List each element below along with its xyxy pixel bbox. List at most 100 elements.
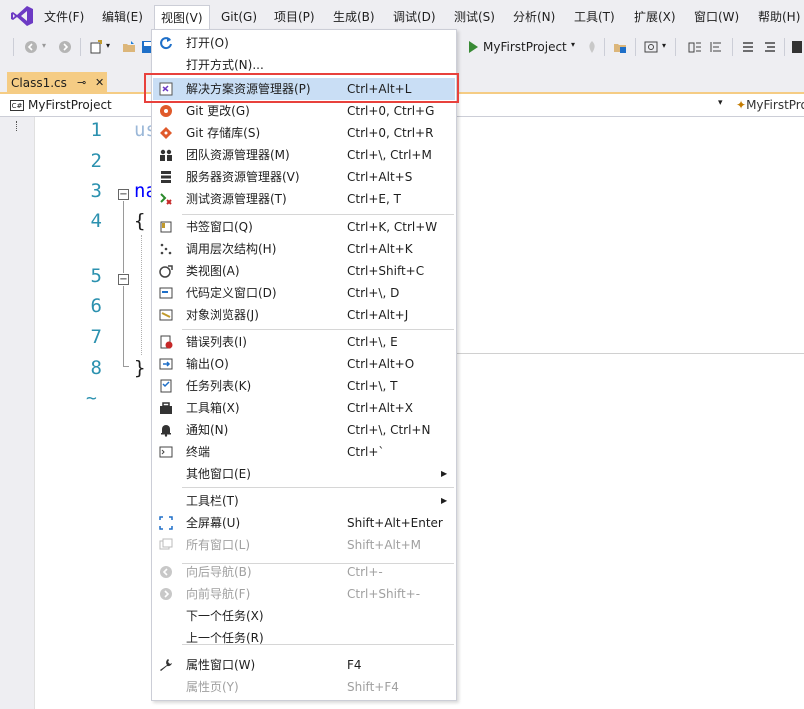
wrench-icon — [160, 659, 172, 671]
browser-link-icon[interactable] — [644, 40, 658, 54]
menu-item-task-list[interactable]: 任务列表(K) Ctrl+\, T — [153, 375, 455, 397]
menu-item-label: Git 更改(G) — [186, 104, 250, 118]
menu-item-output[interactable]: 输出(O) Ctrl+Alt+O — [153, 353, 455, 375]
menu-test[interactable]: 测试(S) — [454, 6, 495, 28]
menu-item-label: 类视图(A) — [186, 264, 240, 278]
new-item-icon[interactable] — [89, 40, 103, 54]
menu-item-shortcut: Shift+F4 — [347, 680, 399, 694]
menu-item-property-pages[interactable]: 属性页(Y) Shift+F4 — [153, 676, 455, 698]
menu-item-git-repository[interactable]: Git 存储库(S) Ctrl+0, Ctrl+R — [153, 122, 455, 144]
menu-item-open[interactable]: 打开(O) — [153, 32, 455, 54]
collapse-toggle-icon[interactable]: − — [118, 189, 129, 200]
collapse-toggle-icon[interactable]: − — [118, 274, 129, 285]
menu-item-call-hierarchy[interactable]: 调用层次结构(H) Ctrl+Alt+K — [153, 238, 455, 260]
menu-item-label: 向前导航(F) — [186, 587, 251, 601]
menu-item-label: Git 存储库(S) — [186, 126, 261, 140]
caret-marker — [16, 121, 20, 131]
menu-item-shortcut: Ctrl+0, Ctrl+R — [347, 126, 434, 140]
menu-item-full-screen[interactable]: 全屏幕(U) Shift+Alt+Enter — [153, 512, 455, 534]
menu-item-label: 对象浏览器(J) — [186, 308, 259, 322]
menu-item-error-list[interactable]: 错误列表(I) Ctrl+\, E — [153, 331, 455, 353]
menu-item-all-windows[interactable]: 所有窗口(L) Shift+Alt+M — [153, 534, 455, 556]
menu-item-other-windows[interactable]: 其他窗口(E) ▶ — [153, 463, 455, 485]
back-dropdown-icon[interactable]: ▾ — [42, 41, 46, 50]
pin-icon[interactable]: ⊸ — [77, 72, 86, 94]
menu-extensions[interactable]: 扩展(X) — [634, 6, 676, 28]
menu-item-label: 测试资源管理器(T) — [186, 192, 287, 206]
current-line-indicator — [455, 353, 804, 354]
menu-item-object-browser[interactable]: 对象浏览器(J) Ctrl+Alt+J — [153, 304, 455, 326]
menu-item-shortcut: Shift+Alt+Enter — [347, 516, 443, 530]
menu-item-previous-task[interactable]: 上一个任务(R) — [153, 627, 455, 649]
back-circle-icon[interactable] — [24, 40, 38, 54]
menu-debug[interactable]: 调试(D) — [393, 6, 436, 28]
run-icon[interactable] — [466, 40, 480, 54]
menu-item-git-changes[interactable]: Git 更改(G) Ctrl+0, Ctrl+G — [153, 100, 455, 122]
project-selector[interactable]: C# MyFirstProject — [10, 97, 112, 113]
team-explorer-icon — [160, 149, 172, 161]
menu-item-shortcut: F4 — [347, 658, 362, 672]
menu-help[interactable]: 帮助(H) — [758, 6, 800, 28]
menu-item-label: 错误列表(I) — [186, 335, 247, 349]
menu-project[interactable]: 项目(P) — [274, 6, 315, 28]
menu-item-shortcut: Ctrl+\, Ctrl+N — [347, 423, 431, 437]
menu-file[interactable]: 文件(F) — [44, 6, 84, 28]
folder-view-icon[interactable] — [613, 40, 627, 54]
menu-separator — [182, 214, 454, 215]
uncomment-lines-icon[interactable] — [763, 40, 777, 54]
menu-item-toolbox[interactable]: 工具箱(X) Ctrl+Alt+X — [153, 397, 455, 419]
submenu-arrow-icon: ▶ — [441, 469, 448, 478]
bookmark-toolbar-icon[interactable] — [790, 40, 804, 54]
menu-item-next-task[interactable]: 下一个任务(X) — [153, 605, 455, 627]
menu-build[interactable]: 生成(B) — [333, 6, 375, 28]
toolbar-separator — [604, 38, 605, 56]
menu-item-shortcut: Ctrl+E, T — [347, 192, 401, 206]
close-icon[interactable]: ✕ — [95, 72, 104, 94]
menu-item-label: 调用层次结构(H) — [186, 242, 277, 256]
menu-tools[interactable]: 工具(T) — [574, 6, 615, 28]
fold-guide — [123, 286, 124, 366]
project-dropdown-icon[interactable]: ▾ — [718, 98, 723, 108]
menu-item-team-explorer[interactable]: 团队资源管理器(M) Ctrl+\, Ctrl+M — [153, 144, 455, 166]
menu-item-label: 属性窗口(W) — [186, 658, 256, 672]
menu-item-test-explorer[interactable]: 测试资源管理器(T) Ctrl+E, T — [153, 188, 455, 210]
menu-item-label: 团队资源管理器(M) — [186, 148, 290, 162]
menu-view[interactable]: 视图(V) — [154, 5, 210, 30]
comment-lines-icon[interactable] — [741, 40, 755, 54]
new-item-dropdown-icon[interactable]: ▾ — [106, 41, 110, 50]
type-selector[interactable]: ✦MyFirstProject — [736, 97, 804, 113]
menu-window[interactable]: 窗口(W) — [694, 6, 739, 28]
menu-git[interactable]: Git(G) — [221, 6, 257, 28]
menu-item-class-view[interactable]: 类视图(A) Ctrl+Shift+C — [153, 260, 455, 282]
menu-item-terminal[interactable]: 终端 Ctrl+` — [153, 441, 455, 463]
menu-item-bookmark-window[interactable]: 书签窗口(Q) Ctrl+K, Ctrl+W — [153, 216, 455, 238]
menu-item-notifications[interactable]: 通知(N) Ctrl+\, Ctrl+N — [153, 419, 455, 441]
menu-analyze[interactable]: 分析(N) — [513, 6, 555, 28]
run-target-dropdown-icon[interactable]: ▾ — [571, 40, 575, 49]
menu-separator — [182, 329, 454, 330]
menu-edit[interactable]: 编辑(E) — [102, 6, 143, 28]
toolbar-align-icon[interactable] — [709, 40, 723, 54]
toolbar-extra-icon[interactable] — [688, 40, 702, 54]
menu-item-navigate-backward[interactable]: 向后导航(B) Ctrl+- — [153, 561, 455, 583]
menu-separator — [182, 487, 454, 488]
tab-class1[interactable]: Class1.cs ⊸ ✕ — [7, 72, 107, 94]
hot-reload-icon[interactable] — [585, 40, 599, 54]
menu-item-code-definition[interactable]: 代码定义窗口(D) Ctrl+\, D — [153, 282, 455, 304]
open-folder-icon[interactable] — [122, 40, 136, 54]
forward-circle-icon[interactable] — [58, 40, 72, 54]
menu-item-label: 其他窗口(E) — [186, 467, 251, 481]
menu-item-navigate-forward[interactable]: 向前导航(F) Ctrl+Shift+- — [153, 583, 455, 605]
call-hierarchy-icon — [160, 243, 172, 255]
editor-margin — [0, 117, 35, 709]
menu-item-label: 下一个任务(X) — [186, 609, 264, 623]
menu-item-server-explorer[interactable]: 服务器资源管理器(V) Ctrl+Alt+S — [153, 166, 455, 188]
menu-item-label: 属性页(Y) — [186, 680, 239, 694]
menu-item-shortcut: Ctrl+0, Ctrl+G — [347, 104, 435, 118]
run-target-label[interactable]: MyFirstProject — [483, 39, 567, 55]
menu-item-properties-window[interactable]: 属性窗口(W) F4 — [153, 654, 455, 676]
browser-link-dropdown-icon[interactable]: ▾ — [662, 41, 666, 50]
menu-item-toolbars[interactable]: 工具栏(T) ▶ — [153, 490, 455, 512]
fold-guide — [123, 201, 124, 273]
menu-item-shortcut: Ctrl+\, E — [347, 335, 398, 349]
